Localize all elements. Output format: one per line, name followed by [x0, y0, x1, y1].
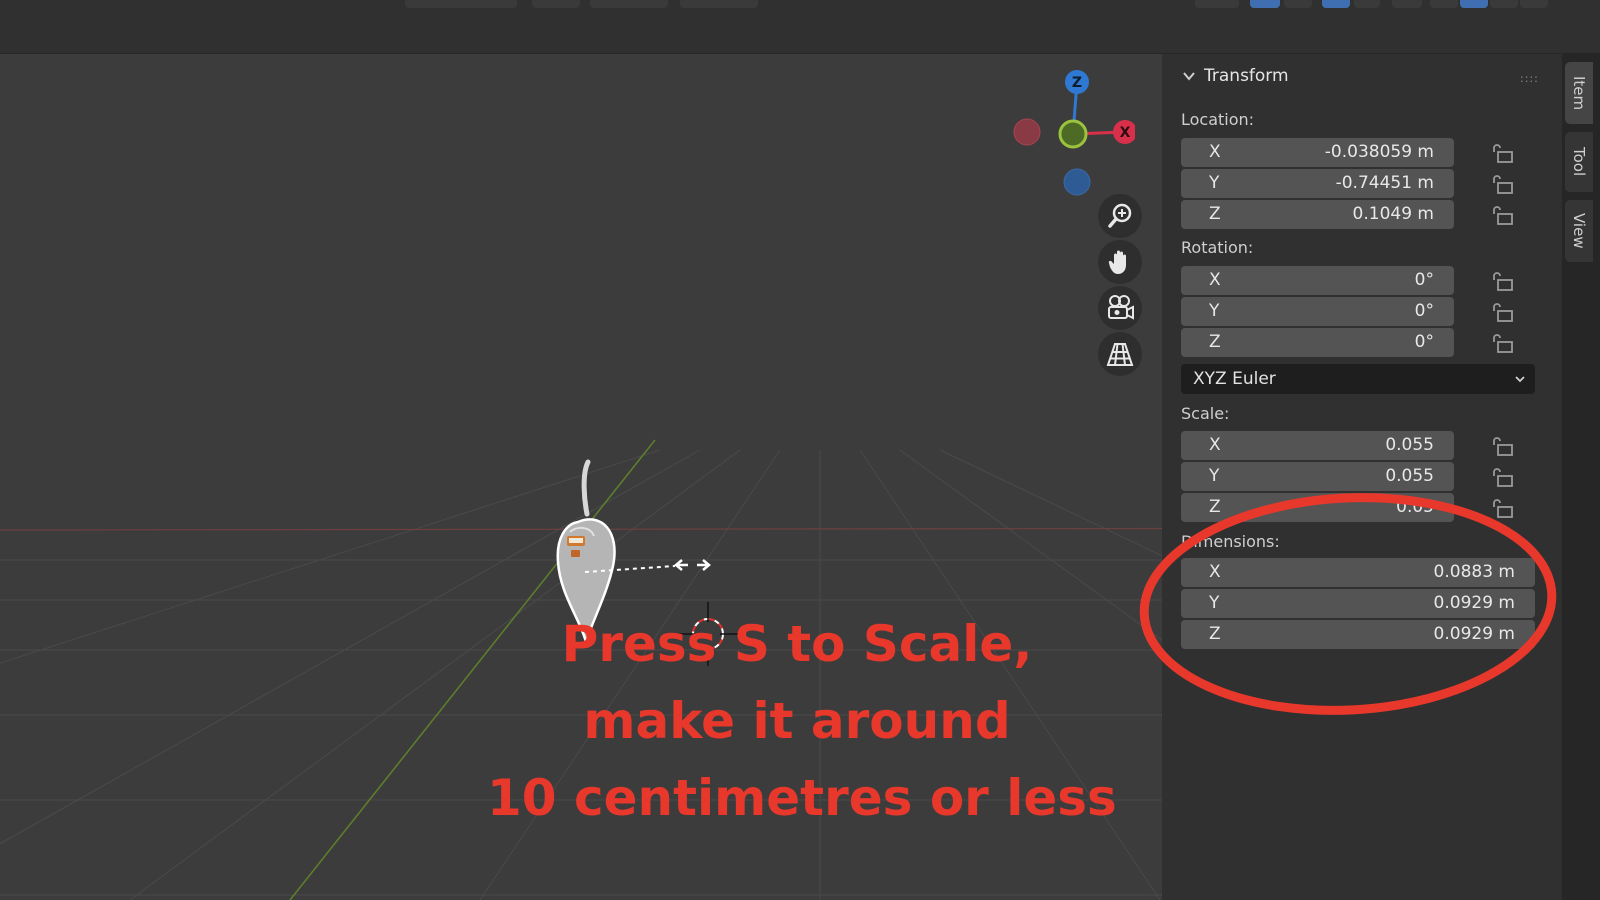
- pan-button[interactable]: [1098, 240, 1142, 284]
- rotation-x-axis-label: X: [1209, 270, 1221, 290]
- gizmo-neg-x-handle: [1013, 118, 1041, 146]
- location-z-axis-label: Z: [1209, 204, 1221, 224]
- grid-perspective-icon: [1106, 343, 1134, 366]
- camera-icon: [1108, 295, 1134, 320]
- lock-icon[interactable]: [1490, 142, 1516, 164]
- location-x-field[interactable]: X -0.038059 m: [1181, 138, 1454, 167]
- location-x-value: -0.038059 m: [1324, 142, 1434, 162]
- location-y-value: -0.74451 m: [1335, 173, 1434, 193]
- header-proportional-button[interactable]: [680, 0, 758, 8]
- header-overlay-dropdown[interactable]: [1354, 0, 1380, 8]
- caption-line-3: 10 centimetres or less: [487, 769, 1117, 827]
- location-z-value: 0.1049 m: [1352, 204, 1434, 224]
- top-header-bar: [0, 0, 1600, 54]
- shading-material-button[interactable]: [1490, 0, 1518, 8]
- header-pivot-button[interactable]: [590, 0, 668, 8]
- hand-pan-icon: [1108, 250, 1126, 274]
- gizmo-z-label: Z: [1072, 75, 1082, 91]
- header-gizmo-button[interactable]: [1250, 0, 1280, 8]
- shading-wireframe-button[interactable]: [1430, 0, 1458, 8]
- scale-dashed-indicator: [584, 559, 711, 573]
- lock-icon[interactable]: [1490, 332, 1516, 354]
- caption-line-2: make it around: [583, 692, 1011, 750]
- location-z-field[interactable]: Z 0.1049 m: [1181, 200, 1454, 229]
- header-xray-button[interactable]: [1392, 0, 1422, 8]
- tab-view-label: View: [1570, 213, 1588, 249]
- rotation-y-axis-label: Y: [1209, 301, 1220, 321]
- scale-x-value: 0.055: [1385, 435, 1434, 455]
- gizmo-x-label: X: [1120, 125, 1131, 141]
- caption-line-1: Press S to Scale,: [561, 615, 1033, 673]
- transform-panel-title: Transform: [1204, 66, 1289, 86]
- location-label: Location:: [1181, 110, 1255, 129]
- rotation-x-field[interactable]: X 0°: [1181, 266, 1454, 295]
- rotation-x-value: 0°: [1414, 270, 1434, 290]
- zoom-button[interactable]: [1098, 194, 1142, 238]
- header-gizmo-dropdown[interactable]: [1284, 0, 1312, 8]
- header-visibility-button[interactable]: [1195, 0, 1239, 8]
- rotation-z-field[interactable]: Z 0°: [1181, 328, 1454, 357]
- lock-icon[interactable]: [1490, 301, 1516, 323]
- gizmo-y-handle: [1058, 119, 1088, 149]
- camera-view-button[interactable]: [1098, 286, 1142, 330]
- rotation-label: Rotation:: [1181, 238, 1254, 257]
- lock-icon[interactable]: [1490, 270, 1516, 292]
- lock-icon[interactable]: [1490, 435, 1516, 457]
- perspective-toggle-button[interactable]: [1098, 332, 1142, 376]
- zoom-icon: [1108, 203, 1132, 228]
- chevron-down-icon: [1515, 376, 1525, 383]
- red-highlight-ellipse: [1139, 493, 1557, 715]
- drag-grip-icon[interactable]: ::::: [1520, 72, 1539, 85]
- lock-icon[interactable]: [1490, 204, 1516, 226]
- chevron-down-icon: [1183, 72, 1195, 81]
- tab-tool[interactable]: Tool: [1565, 132, 1593, 192]
- rotation-y-field[interactable]: Y 0°: [1181, 297, 1454, 326]
- shading-rendered-button[interactable]: [1520, 0, 1548, 8]
- lock-icon[interactable]: [1490, 173, 1516, 195]
- gizmo-neg-z-handle: [1063, 168, 1091, 196]
- header-overlay-button[interactable]: [1322, 0, 1350, 8]
- shading-solid-button[interactable]: [1460, 0, 1488, 8]
- scale-label: Scale:: [1181, 404, 1230, 423]
- tab-item-label: Item: [1570, 75, 1588, 111]
- location-y-axis-label: Y: [1209, 173, 1220, 193]
- transform-panel-header[interactable]: Transform: [1182, 64, 1289, 88]
- rotation-z-value: 0°: [1414, 332, 1434, 352]
- orientation-gizmo[interactable]: Z X: [1005, 64, 1135, 204]
- location-x-axis-label: X: [1209, 142, 1221, 162]
- rotation-mode-value: XYZ Euler: [1193, 369, 1276, 389]
- header-selector-button[interactable]: [405, 0, 517, 8]
- rotation-z-axis-label: Z: [1209, 332, 1221, 352]
- rotation-mode-dropdown[interactable]: XYZ Euler: [1181, 364, 1535, 394]
- tab-item[interactable]: Item: [1565, 62, 1593, 124]
- tab-view[interactable]: View: [1565, 200, 1593, 262]
- tab-tool-label: Tool: [1570, 147, 1588, 177]
- scale-x-axis-label: X: [1209, 435, 1221, 455]
- scale-x-field[interactable]: X 0.055: [1181, 431, 1454, 460]
- rotation-y-value: 0°: [1414, 301, 1434, 321]
- header-snap-button[interactable]: [532, 0, 580, 8]
- location-y-field[interactable]: Y -0.74451 m: [1181, 169, 1454, 198]
